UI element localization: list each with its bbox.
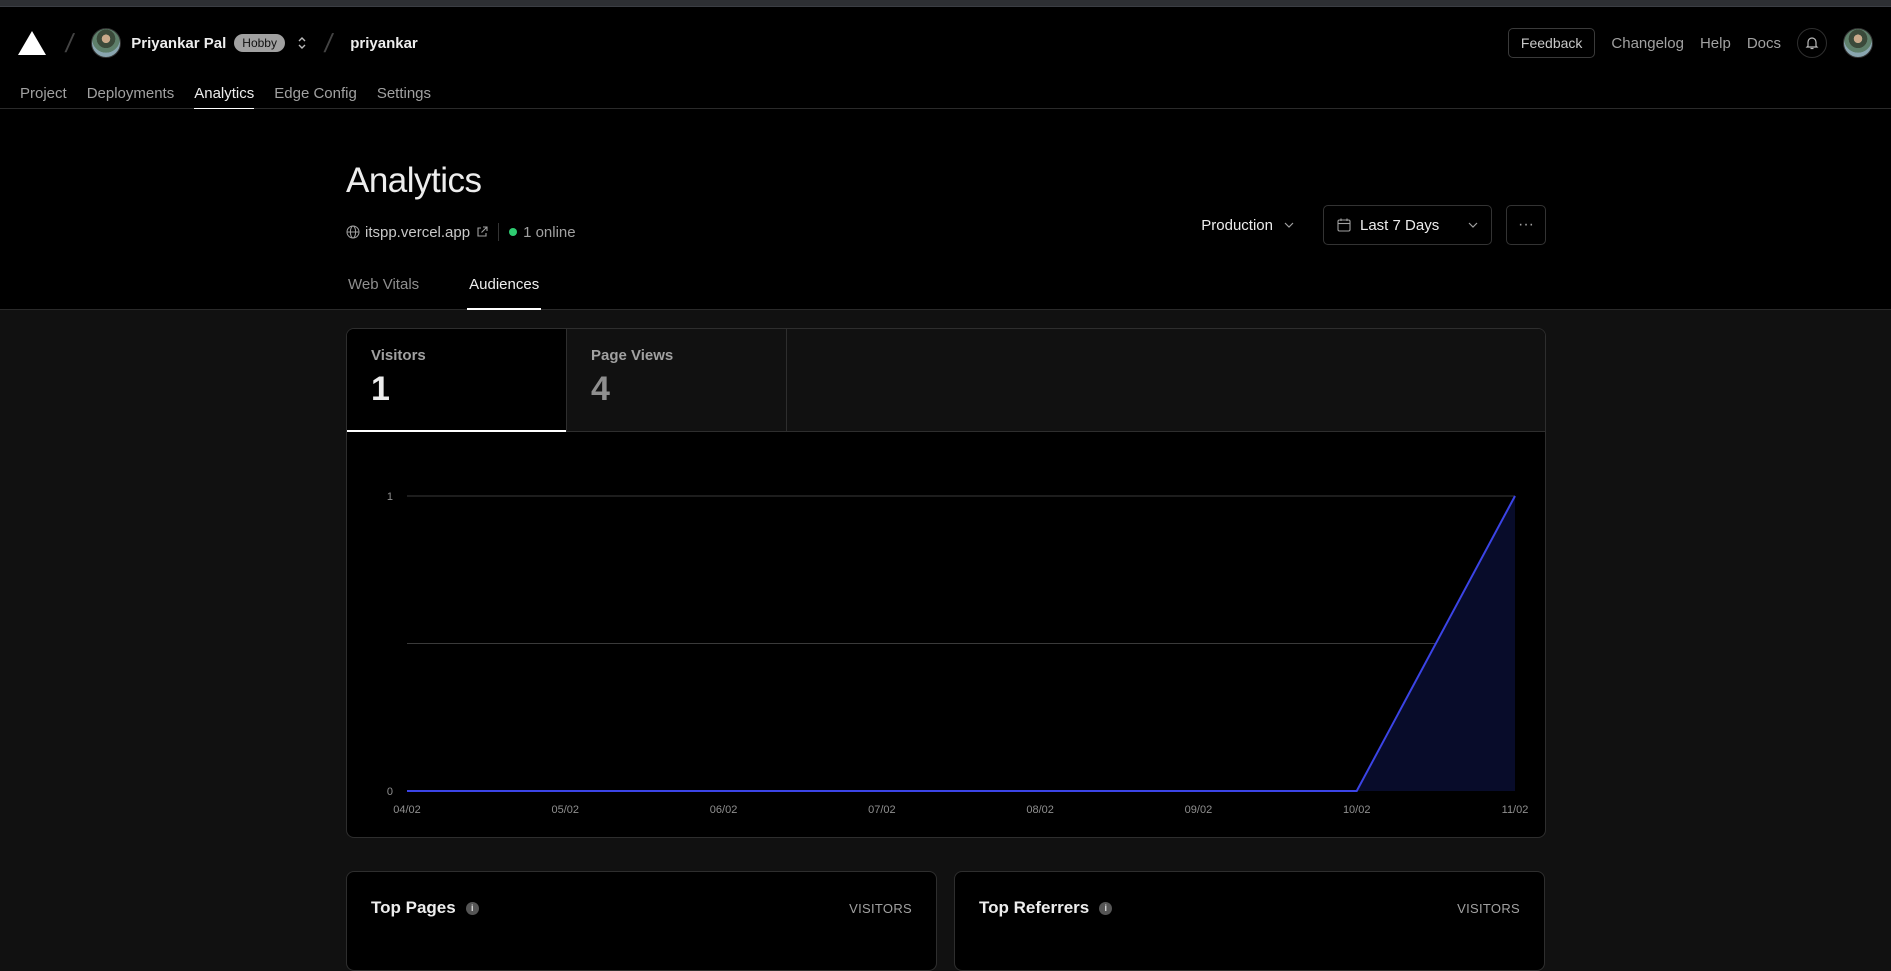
- tab-edge-config[interactable]: Edge Config: [264, 79, 367, 109]
- metric-label: Page Views: [591, 347, 762, 364]
- analytics-controls: Production Last 7 Days ···: [1201, 205, 1546, 245]
- domain-link[interactable]: itspp.vercel.app: [365, 224, 470, 241]
- top-header: / Priyankar Pal Hobby / priyankar Feedba…: [0, 7, 1891, 109]
- breadcrumb-separator: /: [322, 28, 335, 59]
- notifications-bell-icon[interactable]: [1797, 28, 1827, 58]
- visitors-chart: 0 1 04/02 05/02 06/02 07/02 08/02 09/02 10/02 11/…: [347, 432, 1545, 837]
- metric-tabs: Visitors 1 Page Views 4: [347, 329, 1545, 432]
- environment-label: Production: [1201, 217, 1273, 234]
- docs-link[interactable]: Docs: [1747, 35, 1781, 52]
- x-tick-label: 10/02: [1343, 804, 1371, 816]
- tab-settings[interactable]: Settings: [367, 79, 441, 109]
- divider: [498, 223, 499, 241]
- date-range-label: Last 7 Days: [1360, 217, 1439, 234]
- help-link[interactable]: Help: [1700, 35, 1731, 52]
- online-status-dot: [509, 228, 517, 236]
- metric-visitors[interactable]: Visitors 1: [347, 329, 567, 431]
- tab-deployments[interactable]: Deployments: [77, 79, 185, 109]
- more-options-button[interactable]: ···: [1506, 205, 1546, 245]
- online-count: 1 online: [523, 224, 576, 241]
- x-tick-label: 06/02: [710, 804, 738, 816]
- top-referrers-panel: Top Referrers i VISITORS: [954, 871, 1545, 971]
- y-tick-label: 0: [387, 786, 393, 798]
- chevron-down-icon: [1283, 221, 1295, 229]
- plan-badge: Hobby: [234, 34, 285, 52]
- column-header: VISITORS: [1457, 901, 1520, 916]
- tab-analytics[interactable]: Analytics: [184, 79, 264, 109]
- x-tick-label: 05/02: [552, 804, 580, 816]
- analytics-subtabs: Web Vitals Audiences: [346, 276, 587, 309]
- breadcrumb-separator: /: [63, 28, 76, 59]
- x-tick-label: 09/02: [1185, 804, 1213, 816]
- browser-top-strip: [0, 0, 1891, 7]
- tab-web-vitals[interactable]: Web Vitals: [346, 276, 421, 309]
- globe-icon: [346, 225, 360, 239]
- audiences-chart-card: Visitors 1 Page Views 4 0 1 04/02 05/02 06/0…: [346, 328, 1546, 838]
- x-tick-label: 07/02: [868, 804, 896, 816]
- calendar-icon: [1336, 217, 1352, 233]
- analytics-page-header: Analytics itspp.vercel.app 1 online Prod…: [0, 109, 1891, 310]
- panel-title: Top Referrers: [979, 898, 1089, 918]
- account-avatar[interactable]: [1843, 28, 1873, 58]
- x-tick-label: 04/02: [393, 804, 421, 816]
- external-link-icon[interactable]: [476, 226, 488, 238]
- page-title: Analytics: [346, 161, 482, 201]
- user-name[interactable]: Priyankar Pal: [131, 35, 226, 52]
- top-pages-panel: Top Pages i VISITORS: [346, 871, 937, 971]
- chevron-down-icon: [1467, 221, 1479, 229]
- date-range-select[interactable]: Last 7 Days: [1323, 205, 1492, 245]
- metric-value: 4: [591, 370, 762, 409]
- column-header: VISITORS: [849, 901, 912, 916]
- environment-select[interactable]: Production: [1201, 217, 1309, 234]
- project-nav-tabs: Project Deployments Analytics Edge Confi…: [0, 79, 1891, 109]
- x-tick-label: 11/02: [1502, 804, 1529, 816]
- y-tick-label: 1: [387, 491, 393, 503]
- tab-audiences[interactable]: Audiences: [467, 276, 541, 309]
- panel-title: Top Pages: [371, 898, 456, 918]
- chevron-up-down-icon[interactable]: [297, 35, 307, 51]
- vercel-logo-icon[interactable]: [18, 30, 48, 56]
- info-icon[interactable]: i: [1099, 902, 1112, 915]
- metric-label: Visitors: [371, 347, 542, 364]
- feedback-button[interactable]: Feedback: [1508, 28, 1595, 58]
- project-name[interactable]: priyankar: [350, 35, 418, 52]
- metric-page-views[interactable]: Page Views 4: [567, 329, 787, 431]
- x-tick-label: 08/02: [1026, 804, 1054, 816]
- info-icon[interactable]: i: [466, 902, 479, 915]
- project-meta: itspp.vercel.app 1 online: [346, 223, 576, 241]
- changelog-link[interactable]: Changelog: [1611, 35, 1684, 52]
- metric-value: 1: [371, 370, 542, 409]
- user-avatar[interactable]: [91, 28, 121, 58]
- tab-project[interactable]: Project: [10, 79, 77, 109]
